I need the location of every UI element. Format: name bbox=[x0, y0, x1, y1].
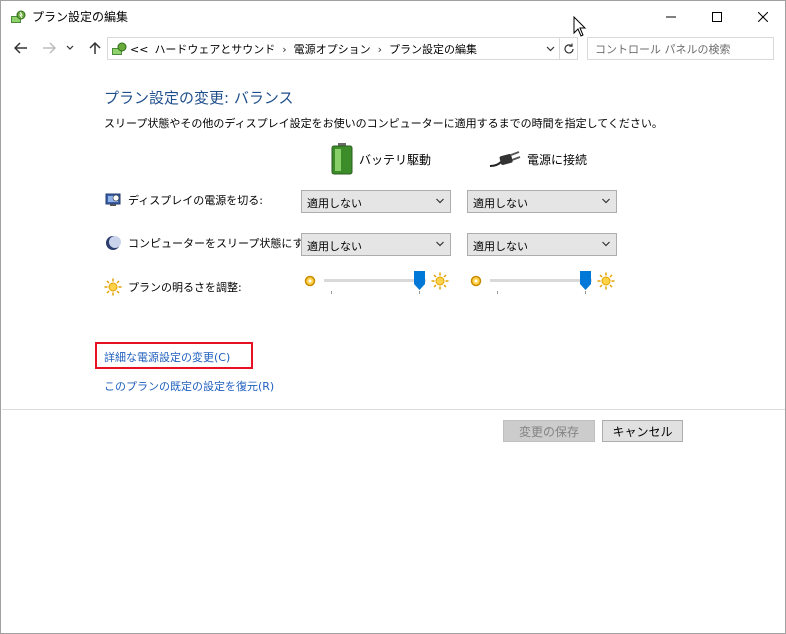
slider-tick bbox=[585, 291, 586, 294]
power-plan-icon bbox=[11, 10, 26, 23]
power-plug-icon bbox=[489, 151, 521, 167]
up-button[interactable] bbox=[85, 38, 105, 58]
close-icon bbox=[758, 11, 768, 22]
address-bar[interactable]: << ハードウェアとサウンド › 電源オプション › プラン設定の編集 bbox=[107, 37, 578, 60]
close-button[interactable] bbox=[740, 1, 786, 32]
breadcrumb: << ハードウェアとサウンド › 電源オプション › プラン設定の編集 bbox=[130, 41, 477, 57]
breadcrumb-overflow[interactable]: << bbox=[130, 43, 148, 56]
column-header-plugged: 電源に接続 bbox=[489, 143, 587, 175]
divider bbox=[2, 409, 785, 410]
save-changes-button[interactable]: 変更の保存 bbox=[503, 420, 595, 442]
battery-icon bbox=[331, 143, 353, 175]
page-description: スリープ状態やその他のディスプレイ設定をお使いのコンピューターに適用するまでの時… bbox=[104, 117, 663, 130]
back-arrow-icon bbox=[14, 42, 27, 54]
sun-icon bbox=[304, 275, 316, 287]
chevron-down-icon bbox=[546, 46, 554, 51]
sun-icon bbox=[104, 278, 122, 296]
forward-arrow-icon bbox=[43, 42, 56, 54]
sleep-row-label: コンピューターをスリープ状態にする: bbox=[104, 234, 318, 252]
refresh-icon bbox=[563, 43, 574, 53]
refresh-button[interactable] bbox=[559, 38, 577, 59]
maximize-icon bbox=[712, 11, 722, 22]
slider-tick bbox=[497, 291, 498, 294]
minimize-button[interactable] bbox=[648, 1, 694, 32]
slider-thumb[interactable] bbox=[580, 271, 591, 290]
brightness-battery-slider[interactable] bbox=[301, 271, 453, 297]
moon-icon bbox=[104, 234, 122, 252]
sleep-plugged-select[interactable]: 適用しない bbox=[467, 233, 617, 256]
chevron-down-icon bbox=[436, 241, 444, 247]
breadcrumb-separator[interactable]: › bbox=[378, 43, 382, 56]
display-off-label: ディスプレイの電源を切る: bbox=[128, 194, 263, 207]
restore-defaults-link[interactable]: このプランの既定の設定を復元(R) bbox=[104, 378, 274, 394]
brightness-plugged-slider[interactable] bbox=[467, 271, 619, 297]
power-plan-icon bbox=[112, 42, 127, 55]
breadcrumb-separator[interactable]: › bbox=[282, 43, 286, 56]
chevron-down-icon bbox=[602, 198, 610, 204]
chevron-down-icon bbox=[602, 241, 610, 247]
breadcrumb-power-options[interactable]: 電源オプション bbox=[294, 41, 371, 57]
up-arrow-icon bbox=[89, 41, 101, 54]
battery-column-label: バッテリ駆動 bbox=[359, 152, 432, 167]
display-off-plugged-value: 適用しない bbox=[473, 197, 528, 210]
cancel-button[interactable]: キャンセル bbox=[602, 420, 683, 442]
brightness-row-label: プランの明るさを調整: bbox=[104, 278, 242, 296]
brightness-label: プランの明るさを調整: bbox=[128, 281, 242, 294]
plugged-column-label: 電源に接続 bbox=[527, 152, 588, 167]
display-off-battery-select[interactable]: 適用しない bbox=[301, 190, 451, 213]
sleep-battery-value: 適用しない bbox=[307, 240, 362, 253]
display-off-battery-value: 適用しない bbox=[307, 197, 362, 210]
mouse-cursor-icon bbox=[573, 16, 587, 37]
minimize-icon bbox=[666, 16, 676, 17]
sleep-battery-select[interactable]: 適用しない bbox=[301, 233, 451, 256]
slider-thumb[interactable] bbox=[414, 271, 425, 290]
column-header-battery: バッテリ駆動 bbox=[331, 143, 431, 175]
window-title: プラン設定の編集 bbox=[32, 10, 129, 24]
search-input[interactable]: コントロール パネルの検索 bbox=[587, 37, 774, 60]
display-off-row-label: ディスプレイの電源を切る: bbox=[104, 191, 263, 209]
slider-track[interactable] bbox=[324, 279, 426, 282]
breadcrumb-hardware-sound[interactable]: ハードウェアとサウンド bbox=[154, 41, 275, 57]
plan-settings-window: プラン設定の編集 << ハードウェアとサウンド › 電源オプション › プラン設… bbox=[0, 0, 786, 634]
slider-tick bbox=[331, 291, 332, 294]
forward-button[interactable] bbox=[39, 38, 59, 58]
maximize-button[interactable] bbox=[694, 1, 740, 32]
back-button[interactable] bbox=[11, 38, 31, 58]
navigation-bar: << ハードウェアとサウンド › 電源オプション › プラン設定の編集 コントロ… bbox=[1, 34, 785, 64]
display-icon bbox=[104, 191, 122, 209]
slider-tick bbox=[419, 291, 420, 294]
sleep-label: コンピューターをスリープ状態にする: bbox=[128, 237, 319, 250]
slider-track[interactable] bbox=[490, 279, 592, 282]
chevron-down-icon bbox=[436, 198, 444, 204]
sleep-plugged-value: 適用しない bbox=[473, 240, 528, 253]
recent-locations-button[interactable] bbox=[63, 38, 77, 58]
page-title: プラン設定の変更: バランス bbox=[104, 89, 294, 107]
sun-icon bbox=[470, 275, 482, 287]
sun-icon bbox=[597, 272, 615, 290]
display-off-plugged-select[interactable]: 適用しない bbox=[467, 190, 617, 213]
recent-dropdown-icon bbox=[66, 45, 74, 50]
sun-icon bbox=[431, 272, 449, 290]
title-bar: プラン設定の編集 bbox=[1, 1, 785, 32]
breadcrumb-edit-plan[interactable]: プラン設定の編集 bbox=[389, 41, 477, 57]
advanced-power-settings-link[interactable]: 詳細な電源設定の変更(C) bbox=[104, 349, 230, 365]
address-history-button[interactable] bbox=[542, 40, 558, 57]
